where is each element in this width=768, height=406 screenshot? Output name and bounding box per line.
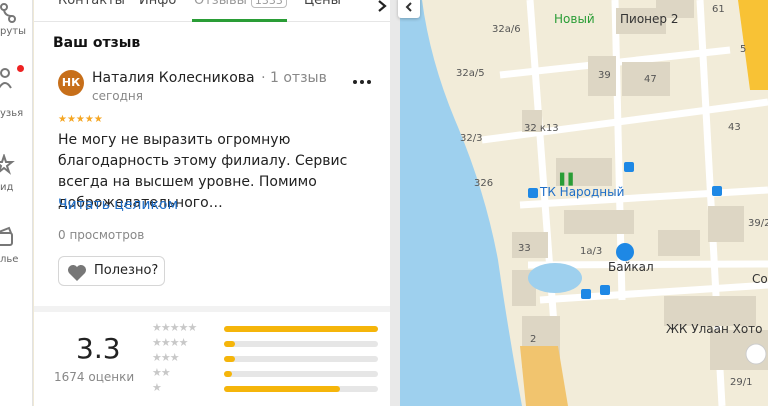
map-house-number: 32/3 — [460, 133, 483, 144]
rating-bar-track — [224, 356, 378, 362]
tab-contacts[interactable]: Контакты — [58, 0, 125, 8]
map-place-novy[interactable]: Новый — [554, 12, 595, 26]
map-house-number: 39/2 — [748, 218, 768, 229]
rail-item-wallet[interactable]: лье — [0, 222, 33, 282]
tab-prices[interactable]: Цены — [304, 0, 341, 8]
chart-shop-icon: ▌▌ — [560, 173, 577, 186]
map-house-number: 29/1 — [730, 377, 753, 388]
review-author: Наталия Колесникова · 1 отзыв — [92, 70, 327, 86]
tab-reviews[interactable]: Отзывы 1333 — [194, 0, 287, 8]
rail-item-label: ид — [0, 182, 14, 193]
review-rating-stars: ★★★★★ — [58, 114, 103, 125]
rail-item-label: узья — [0, 108, 24, 119]
section-divider — [34, 306, 390, 312]
map-house-number: 5 — [740, 44, 747, 55]
star-icon: ★★ — [152, 366, 171, 379]
rail-item-guide[interactable]: ид — [0, 152, 33, 212]
map-house-number: 61 — [712, 4, 725, 15]
helpful-label: Полезно? — [94, 263, 159, 278]
views-count: 0 просмотров — [58, 228, 145, 242]
star-icon: ★★★ — [152, 351, 180, 364]
collapse-panel-button[interactable] — [398, 0, 420, 18]
tab-bar: Контакты Инфо Отзывы 1333 Цены — [34, 0, 390, 22]
tab-reviews-label: Отзывы — [194, 0, 247, 8]
review-date: сегодня — [92, 89, 143, 103]
wallet-icon — [0, 226, 13, 246]
map-canvas[interactable] — [400, 0, 768, 406]
rail-item-routes[interactable]: руты — [0, 0, 33, 60]
ratings-count: 1674 оценки — [54, 370, 135, 384]
heart-icon — [68, 265, 86, 281]
active-tab-indicator — [192, 19, 287, 22]
map-house-number: 32 к13 — [524, 123, 559, 134]
app-window: руты узья ид лье Контакты Инфо Отзывы 13… — [0, 0, 768, 406]
map-place-tk[interactable]: ТК Народный — [540, 185, 624, 199]
map-house-number: 326 — [474, 178, 494, 189]
rating-bar-track — [224, 371, 378, 377]
map-place-zhk[interactable]: ЖК Улаан Хото — [666, 322, 763, 336]
author-name[interactable]: Наталия Колесникова — [92, 70, 255, 86]
map-place-baikal[interactable]: Байкал — [608, 260, 654, 274]
pond — [528, 263, 582, 293]
avatar[interactable]: НК — [58, 70, 84, 96]
guide-icon — [0, 154, 15, 175]
rating-value: 3.3 — [76, 332, 121, 365]
rail-item-label: руты — [0, 26, 26, 37]
chevron-right-icon[interactable] — [374, 0, 390, 16]
map-house-number: 39 — [598, 70, 611, 81]
map-place-pioneer[interactable]: Пионер 2 — [620, 12, 678, 26]
notification-dot — [17, 65, 24, 72]
rating-bar-fill — [224, 371, 232, 377]
rating-bar-fill — [224, 356, 235, 362]
map-house-number: 32а/5 — [456, 68, 485, 79]
route-icon — [0, 3, 16, 23]
map-house-number: 1а/3 — [580, 246, 603, 257]
panel-edge — [390, 0, 400, 406]
map-view[interactable]: Новый Пионер 2 ТК Народный Байкал Со ЖК … — [400, 0, 768, 406]
chevron-left-icon — [405, 2, 412, 12]
more-options-icon[interactable] — [350, 72, 374, 88]
rail-item-friends[interactable]: узья — [0, 62, 33, 122]
map-house-number: 33 — [518, 243, 531, 254]
helpful-button[interactable]: Полезно? — [58, 256, 165, 286]
read-more-link[interactable]: Читать целиком — [58, 197, 178, 213]
organization-panel: Контакты Инфо Отзывы 1333 Цены Ваш отзыв … — [34, 0, 390, 406]
rating-bar-fill — [224, 326, 378, 332]
map-house-number: 43 — [728, 122, 741, 133]
map-marker[interactable] — [745, 343, 767, 365]
map-place-so[interactable]: Со — [752, 272, 768, 286]
rating-bar-track — [224, 326, 378, 332]
star-icon: ★★★★ — [152, 336, 188, 349]
map-house-number: 32а/6 — [492, 24, 521, 35]
map-house-number: 47 — [644, 74, 657, 85]
rating-bar-track — [224, 386, 378, 392]
star-icon: ★ — [152, 381, 162, 394]
rail-item-label: лье — [0, 254, 19, 265]
reviews-count-badge: 1333 — [250, 0, 287, 8]
author-review-count: · 1 отзыв — [261, 70, 327, 86]
rating-bar-fill — [224, 341, 235, 347]
star-icon: ★★★★★ — [152, 321, 197, 334]
map-house-number: 2 — [530, 334, 537, 345]
rating-bar-fill — [224, 386, 340, 392]
tab-info[interactable]: Инфо — [139, 0, 176, 8]
left-nav-rail: руты узья ид лье — [0, 0, 33, 406]
rating-bar-track — [224, 341, 378, 347]
your-review-heading: Ваш отзыв — [53, 35, 141, 51]
